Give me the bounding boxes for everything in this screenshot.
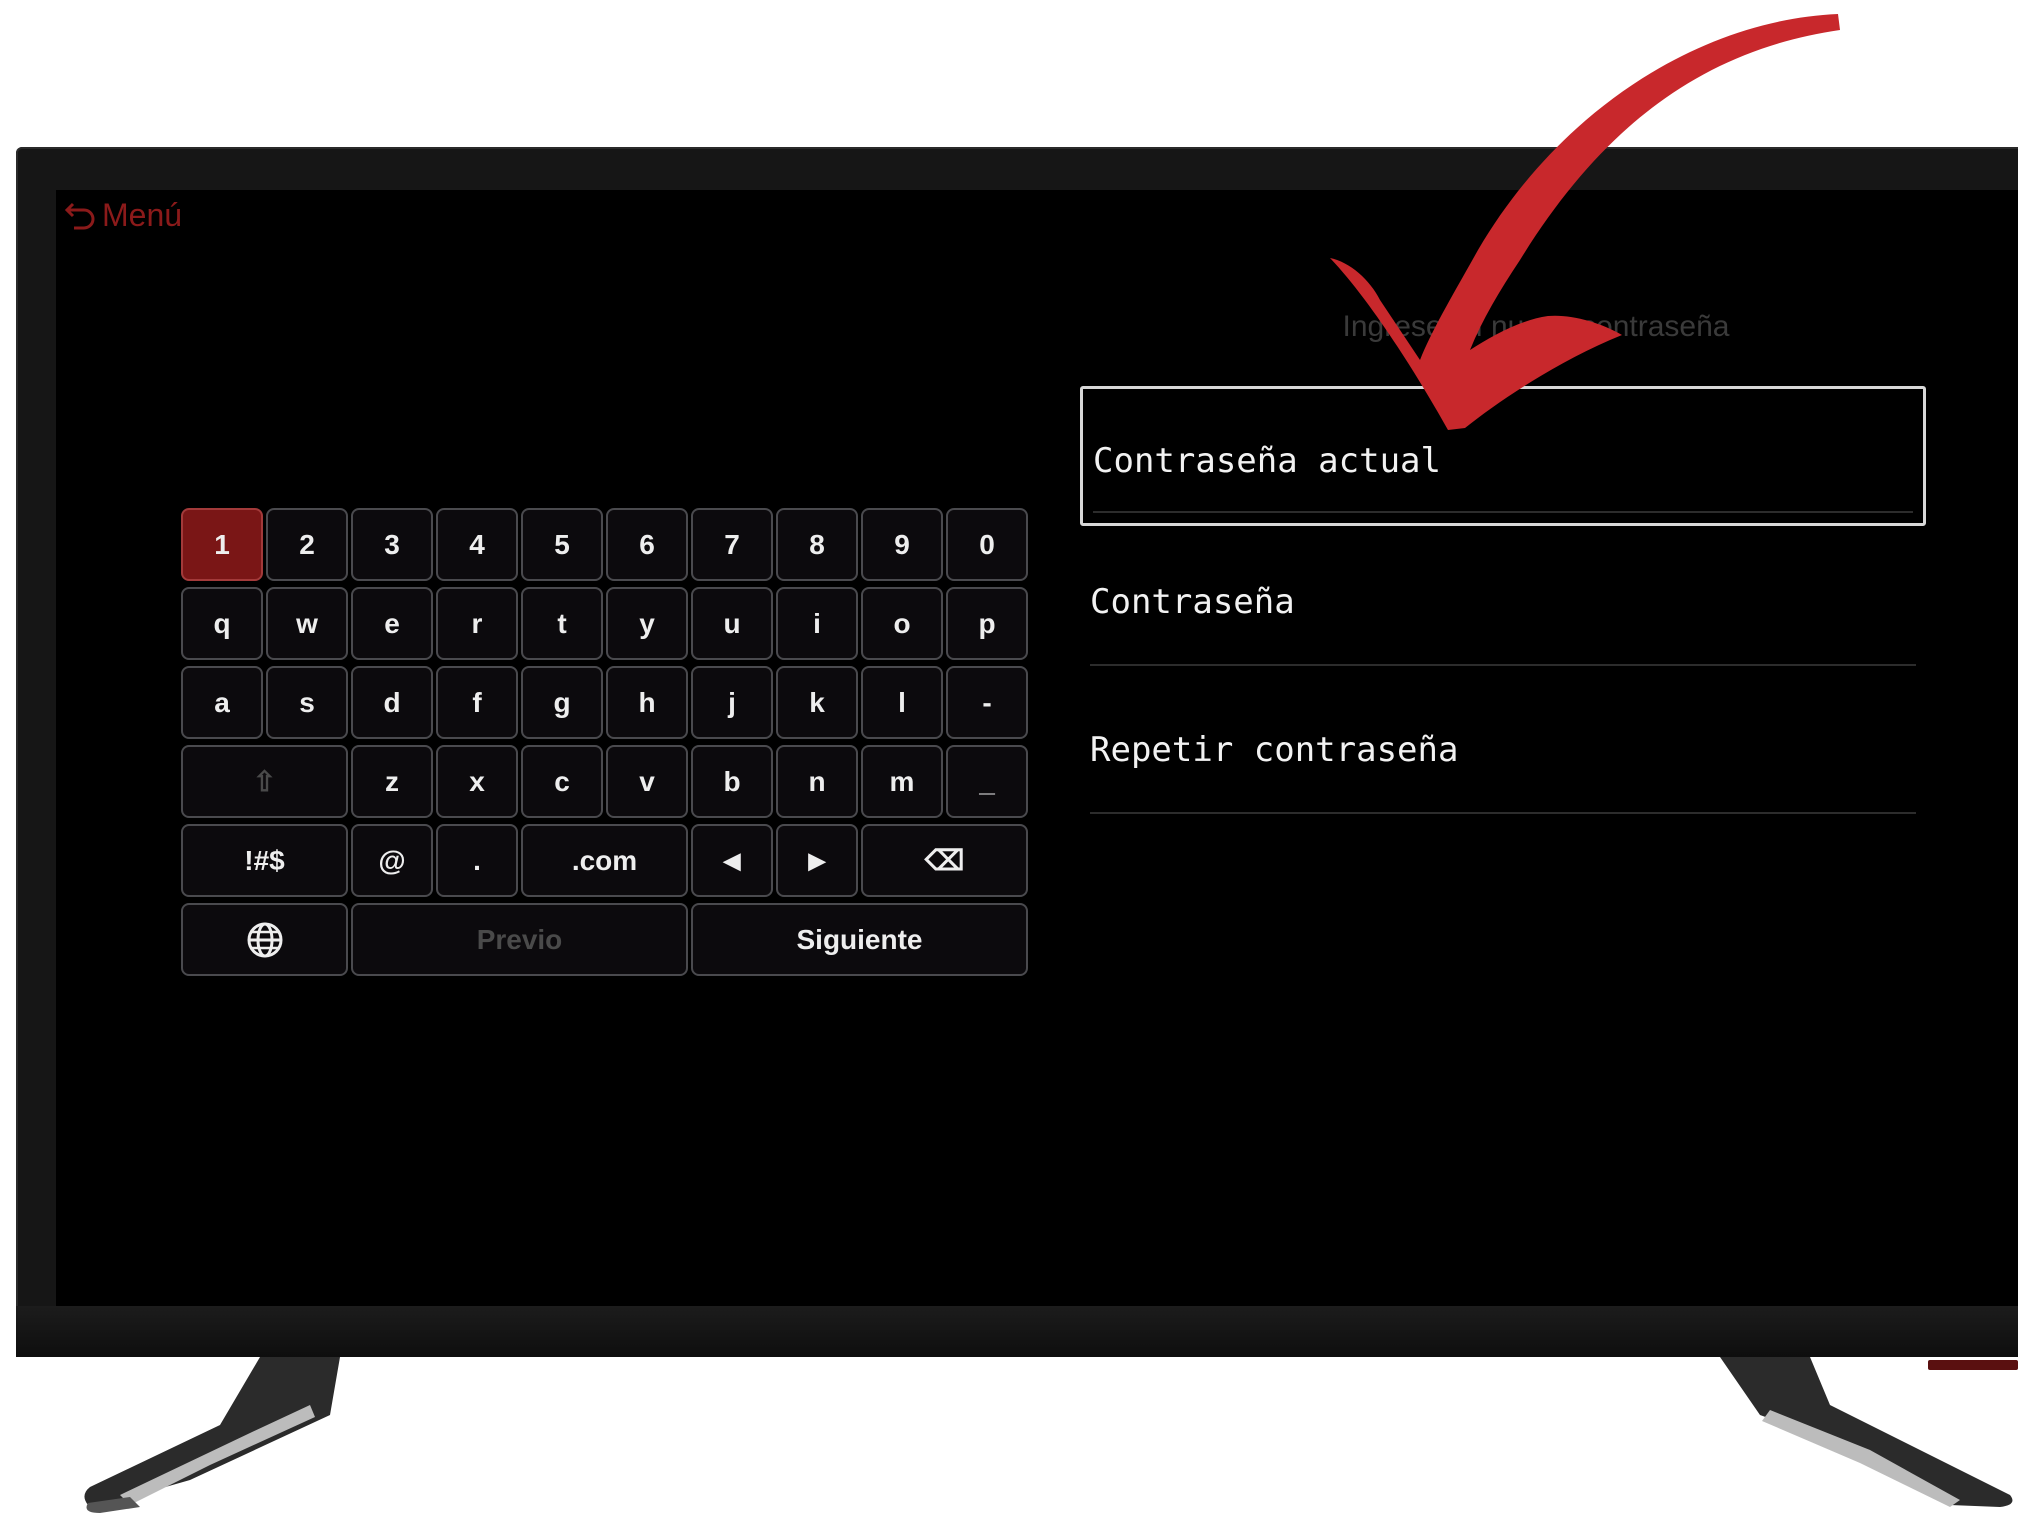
key-e[interactable]: e bbox=[351, 587, 433, 660]
tv-stand-left bbox=[84, 1357, 340, 1513]
key-q[interactable]: q bbox=[181, 587, 263, 660]
key-hyphen[interactable]: - bbox=[946, 666, 1028, 739]
password-prompt: Ingrese su nueva contraseña bbox=[1342, 310, 1730, 343]
key-w[interactable]: w bbox=[266, 587, 348, 660]
previous-button[interactable]: Previo bbox=[351, 903, 688, 976]
key-k[interactable]: k bbox=[776, 666, 858, 739]
next-button[interactable]: Siguiente bbox=[691, 903, 1028, 976]
key-shift[interactable]: ⇧ bbox=[181, 745, 348, 818]
key-a[interactable]: a bbox=[181, 666, 263, 739]
key-h[interactable]: h bbox=[606, 666, 688, 739]
key-7[interactable]: 7 bbox=[691, 508, 773, 581]
key-dotcom[interactable]: .com bbox=[521, 824, 688, 897]
new-password-label: Contraseña bbox=[1090, 582, 1295, 622]
key-8[interactable]: 8 bbox=[776, 508, 858, 581]
key-c[interactable]: c bbox=[521, 745, 603, 818]
key-cursor-right[interactable]: ▶ bbox=[776, 824, 858, 897]
key-5[interactable]: 5 bbox=[521, 508, 603, 581]
key-t[interactable]: t bbox=[521, 587, 603, 660]
key-1[interactable]: 1 bbox=[181, 508, 263, 581]
field-underline bbox=[1090, 812, 1916, 814]
repeat-password-field[interactable]: Repetir contraseña bbox=[1080, 688, 1926, 814]
menu-back-label: Menú bbox=[102, 196, 183, 233]
key-3[interactable]: 3 bbox=[351, 508, 433, 581]
key-r[interactable]: r bbox=[436, 587, 518, 660]
key-4[interactable]: 4 bbox=[436, 508, 518, 581]
key-period[interactable]: . bbox=[436, 824, 518, 897]
key-b[interactable]: b bbox=[691, 745, 773, 818]
current-password-field[interactable]: Contraseña actual bbox=[1080, 386, 1926, 526]
key-y[interactable]: y bbox=[606, 587, 688, 660]
back-arrow-icon bbox=[64, 202, 95, 230]
key-s[interactable]: s bbox=[266, 666, 348, 739]
key-l[interactable]: l bbox=[861, 666, 943, 739]
key-6[interactable]: 6 bbox=[606, 508, 688, 581]
key-u[interactable]: u bbox=[691, 587, 773, 660]
key-o[interactable]: o bbox=[861, 587, 943, 660]
key-j[interactable]: j bbox=[691, 666, 773, 739]
key-z[interactable]: z bbox=[351, 745, 433, 818]
tv-bottom-bezel bbox=[16, 1306, 2018, 1357]
key-backspace[interactable]: ⌫ bbox=[861, 824, 1028, 897]
key-m[interactable]: m bbox=[861, 745, 943, 818]
tv-screen: Menú Ingrese su nueva contraseña Contras… bbox=[56, 190, 2018, 1306]
tv-stand-right bbox=[1720, 1357, 2013, 1507]
key-cursor-left[interactable]: ◀ bbox=[691, 824, 773, 897]
key-language[interactable] bbox=[181, 903, 348, 976]
field-underline bbox=[1093, 511, 1913, 513]
field-underline bbox=[1090, 664, 1916, 666]
key-i[interactable]: i bbox=[776, 587, 858, 660]
key-d[interactable]: d bbox=[351, 666, 433, 739]
key-n[interactable]: n bbox=[776, 745, 858, 818]
key-0[interactable]: 0 bbox=[946, 508, 1028, 581]
new-password-field[interactable]: Contraseña bbox=[1080, 540, 1926, 666]
key-v[interactable]: v bbox=[606, 745, 688, 818]
key-9[interactable]: 9 bbox=[861, 508, 943, 581]
key-at[interactable]: @ bbox=[351, 824, 433, 897]
key-g[interactable]: g bbox=[521, 666, 603, 739]
menu-back-button[interactable]: Menú bbox=[64, 190, 182, 240]
key-underscore[interactable]: _ bbox=[946, 745, 1028, 818]
key-x[interactable]: x bbox=[436, 745, 518, 818]
key-f[interactable]: f bbox=[436, 666, 518, 739]
repeat-password-label: Repetir contraseña bbox=[1090, 730, 1459, 770]
on-screen-keyboard: 1 2 3 4 5 6 7 8 9 0 q w e r t y u i o p … bbox=[181, 508, 1028, 978]
key-p[interactable]: p bbox=[946, 587, 1028, 660]
globe-icon bbox=[247, 922, 282, 957]
key-symbols[interactable]: !#$ bbox=[181, 824, 348, 897]
current-password-label: Contraseña actual bbox=[1093, 441, 1441, 481]
key-2[interactable]: 2 bbox=[266, 508, 348, 581]
